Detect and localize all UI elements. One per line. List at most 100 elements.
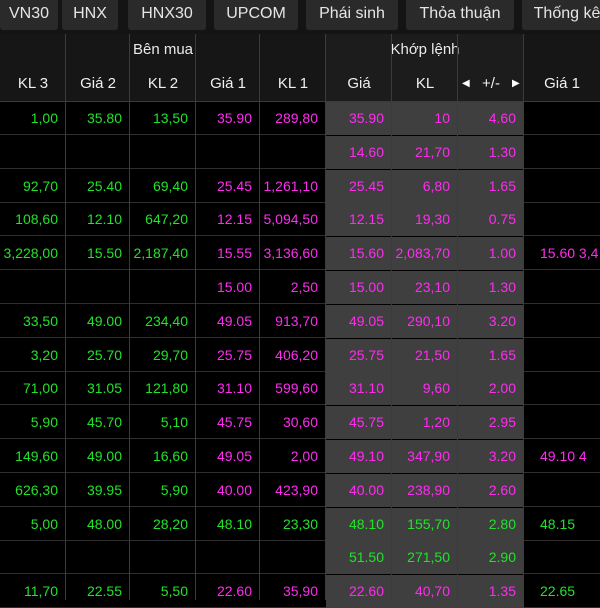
kl1-cell: 5,094,50 [263,211,319,228]
ask-price-1-cell [524,339,600,372]
kl1-cell: 2,00 [290,448,318,464]
match-volume-cell: 290,10 [407,312,450,329]
match-price-cell: 45.75 [348,414,384,431]
tab-hnx30[interactable]: HNX30 [128,0,206,30]
table-row[interactable]: 15.00 2,50 15.00 23,10 1.30 [0,271,600,304]
table-row[interactable]: 108,60 12.10 647,20 12.15 5,094,50 12.15 19,30… [0,203,600,237]
table-row[interactable]: 92,70 25.40 69,40 25.45 1,261,10 25.45 6,80 1.6… [0,169,600,203]
arrow-left-icon[interactable]: ◀ [462,78,470,89]
match-volume-cell: 23,10 [414,279,450,295]
match-volume-cell: 6,80 [422,177,450,194]
match-volume-cell: 155,70 [407,515,450,532]
bid-price-1-cell [196,541,260,574]
ask-price-1-cell [524,170,600,203]
table-row[interactable]: 149,60 49.00 16,60 49.05 2,00 49.10 347,90 3.20… [0,440,600,473]
ask-price-1-cell: 48.15 [540,515,576,532]
change-cell: 2.60 [488,481,516,498]
change-cell: 2.90 [488,549,516,566]
kl2-cell: 28,20 [152,515,188,532]
match-price-cell: 31.10 [348,380,384,397]
col-header-match-volume[interactable]: KL [392,66,458,102]
bid-price-2-cell: 49.00 [86,312,122,329]
ask-price-1-cell: 49.10 4 [540,448,587,464]
col-header-kl3[interactable]: KL 3 [0,66,66,102]
kl1-cell: 1,261,10 [263,177,319,194]
col-header-match-price[interactable]: Giá [326,66,392,102]
kl3-cell: 3,228,00 [3,245,59,262]
kl2-cell: 2,187,40 [133,245,189,262]
col-header-kl2[interactable]: KL 2 [130,66,196,102]
kl2-cell: 29,70 [152,346,188,363]
change-cell: 3.20 [488,448,516,464]
bid-price-2-cell [66,541,130,574]
ask-price-1-cell [524,271,600,304]
tab-hnx[interactable]: HNX [62,0,118,30]
match-volume-cell: 1,20 [422,414,450,431]
col-header-kl1[interactable]: KL 1 [260,66,326,102]
kl3-cell: 108,60 [15,211,58,228]
table-row[interactable]: 33,50 49.00 234,40 49.05 913,70 49.05 290,10 3.… [0,304,600,338]
ask-price-1-cell [524,203,600,236]
match-price-cell: 49.10 [348,448,384,464]
bid-price-2-cell: 48.00 [86,515,122,532]
col-header-ask1[interactable]: Giá 1 [524,66,600,102]
change-cell: 1.30 [488,143,516,160]
bid-price-1-cell: 31.10 [216,380,252,397]
match-volume-cell: 10 [434,110,450,126]
ask-price-1-cell [524,406,600,439]
tab-thong-ke[interactable]: Thống kê [522,0,600,30]
ask-price-1-cell: 22.65 [540,583,576,600]
change-cell: 2.95 [488,414,516,431]
bid-price-2-cell: 45.70 [86,414,122,431]
tab-vn30[interactable]: VN30 [0,0,58,30]
col-header-gia2[interactable]: Giá 2 [66,66,130,102]
kl2-cell: 5,50 [160,583,188,600]
match-price-cell: 14.60 [348,143,384,160]
change-cell: 1.65 [488,346,516,363]
bid-price-2-cell: 31.05 [86,380,122,397]
change-cell: 4.60 [488,110,516,126]
table-row[interactable]: 5,90 45.70 5,10 45.75 30,60 45.75 1,20 2.95 [0,406,600,440]
table-row[interactable]: 14.60 21,70 1.30 [0,135,600,169]
match-volume-cell: 271,50 [407,549,450,566]
table-row[interactable]: 51.50 271,50 2.90 [0,541,600,575]
buy-group-header: Bên mua [0,34,326,66]
bid-price-1-cell: 15.00 [216,279,252,295]
column-divider [457,34,458,600]
ask-price-1-cell [524,474,600,507]
table-row[interactable]: 626,30 39.95 5,90 40.00 423,90 40.00 238,90 2.6… [0,473,600,507]
tab-thoa-thuan[interactable]: Thỏa thuận [406,0,514,30]
table-row[interactable]: 3,228,00 15.50 2,187,40 15.55 3,136,60 15.60 2… [0,237,600,271]
tab-phai-sinh[interactable]: Phái sinh [306,0,398,30]
col-header-gia1[interactable]: Giá 1 [196,66,260,102]
match-price-cell: 49.05 [348,312,384,329]
match-group-header: Khớp lệnh [326,34,524,66]
bid-price-1-cell: 48.10 [216,515,252,532]
tab-upcom[interactable]: UPCOM [214,0,298,30]
column-divider [195,34,196,600]
column-divider [523,34,524,600]
column-divider [65,34,66,600]
match-volume-cell: 238,90 [407,481,450,498]
arrow-right-icon[interactable]: ▶ [512,78,520,89]
kl3-cell: 626,30 [15,481,58,498]
table-row[interactable]: 3,20 25.70 29,70 25.75 406,20 25.75 21,50 1.65 [0,338,600,372]
kl3-cell: 33,50 [22,312,58,329]
bid-price-1-cell: 25.45 [216,177,252,194]
table-row[interactable]: 1,00 35.80 13,50 35.90 289,80 35.90 10 4.60 [0,102,600,135]
match-price-cell: 12.15 [348,211,384,228]
bid-price-1-cell: 35.90 [216,110,252,126]
kl2-cell: 16,60 [152,448,188,464]
change-cell: 1.00 [488,245,516,262]
match-price-cell: 15.00 [348,279,384,295]
ask-price-1-cell [524,136,600,169]
change-cell: 2.80 [488,515,516,532]
table-row[interactable]: 11,70 22.55 5,50 22.60 35,90 22.60 40,70 1.35 22… [0,575,600,608]
table-row[interactable]: 71,00 31.05 121,80 31.10 599,60 31.10 9,60 2.00 [0,372,600,406]
bid-price-1-cell: 49.05 [216,312,252,329]
match-price-cell: 40.00 [348,481,384,498]
column-divider [325,34,326,600]
kl3-cell [0,271,66,304]
kl3-cell: 71,00 [22,380,58,397]
table-row[interactable]: 5,00 48.00 28,20 48.10 23,30 48.10 155,70 2.80 4… [0,507,600,541]
